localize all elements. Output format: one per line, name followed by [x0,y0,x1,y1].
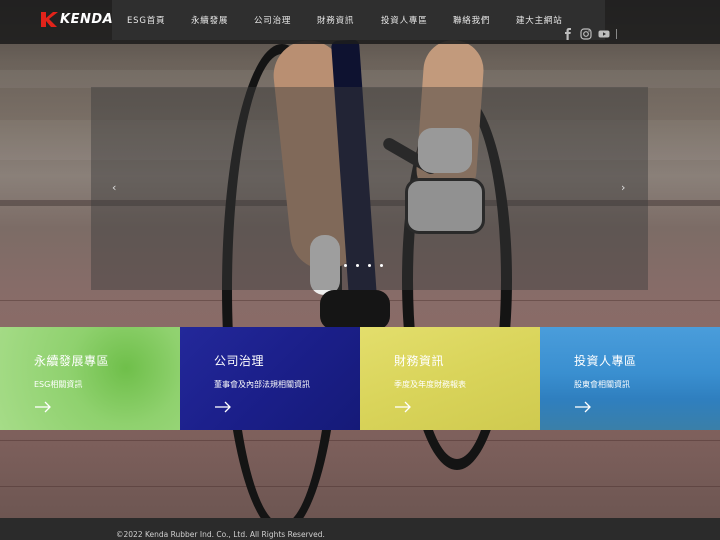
arrow-right-icon [215,401,231,413]
arrow-right-icon [35,401,51,413]
slider-dot-3[interactable] [368,264,371,267]
tile-sustainability[interactable]: 永續發展專區 ESG相關資訊 [0,327,180,430]
main-nav: ESG首頁 永續發展 公司治理 財務資訊 投資人專區 聯絡我們 建大主網站 [112,0,605,40]
nav-item-governance[interactable]: 公司治理 [254,14,291,26]
slider-next-button[interactable]: › [621,182,625,193]
nav-item-investors[interactable]: 投資人專區 [381,14,428,26]
tile-subtitle: 董事會及內部法規相關資訊 [214,380,310,389]
arrow-right-icon [395,401,411,413]
category-tiles: 永續發展專區 ESG相關資訊 公司治理 董事會及內部法規相關資訊 財務資訊 季度… [0,327,720,430]
kenda-logo[interactable]: KENDA [40,10,113,28]
tile-sustainability-bg [0,327,180,430]
tile-title: 投資人專區 [574,354,637,368]
tile-financial[interactable]: 財務資訊 季度及年度財務報表 [360,327,540,430]
nav-item-esg-home[interactable]: ESG首頁 [127,14,165,26]
tile-subtitle: ESG相關資訊 [34,380,83,389]
nav-item-main-site[interactable]: 建大主網站 [516,14,563,26]
nav-item-contact[interactable]: 聯絡我們 [453,14,490,26]
tile-investors-bg [540,327,720,430]
slider-dot-4[interactable] [380,264,383,267]
tile-title: 財務資訊 [394,354,445,368]
nav-item-financial[interactable]: 財務資訊 [317,14,354,26]
slider-dot-2[interactable] [356,264,359,267]
slider-pagination [344,264,383,267]
kenda-k-icon [41,12,58,27]
tile-governance[interactable]: 公司治理 董事會及內部法規相關資訊 [180,327,360,430]
slider-dot-1[interactable] [344,264,347,267]
tile-subtitle: 股東會相關資訊 [574,380,630,389]
copyright-text: ©2022 Kenda Rubber Ind. Co., Ltd. All Ri… [116,530,325,539]
tile-subtitle: 季度及年度財務報表 [394,380,466,389]
tile-title: 公司治理 [214,354,265,368]
social-links [562,28,610,40]
slider-prev-button[interactable]: ‹ [112,182,116,193]
social-divider [616,29,617,39]
top-navigation-bar: KENDA ESG首頁 永續發展 公司治理 財務資訊 投資人專區 聯絡我們 建大… [0,0,720,44]
instagram-icon[interactable] [580,28,592,40]
arrow-right-icon [575,401,591,413]
tile-investors[interactable]: 投資人專區 股東會相關資訊 [540,327,720,430]
footer: ©2022 Kenda Rubber Ind. Co., Ltd. All Ri… [0,518,720,540]
hero-slider: ‹ › [91,87,648,290]
facebook-icon[interactable] [562,28,574,40]
tile-title: 永續發展專區 [34,354,110,368]
nav-item-sustainability[interactable]: 永續發展 [191,14,228,26]
logo-text: KENDA [60,11,114,27]
youtube-icon[interactable] [598,28,610,40]
